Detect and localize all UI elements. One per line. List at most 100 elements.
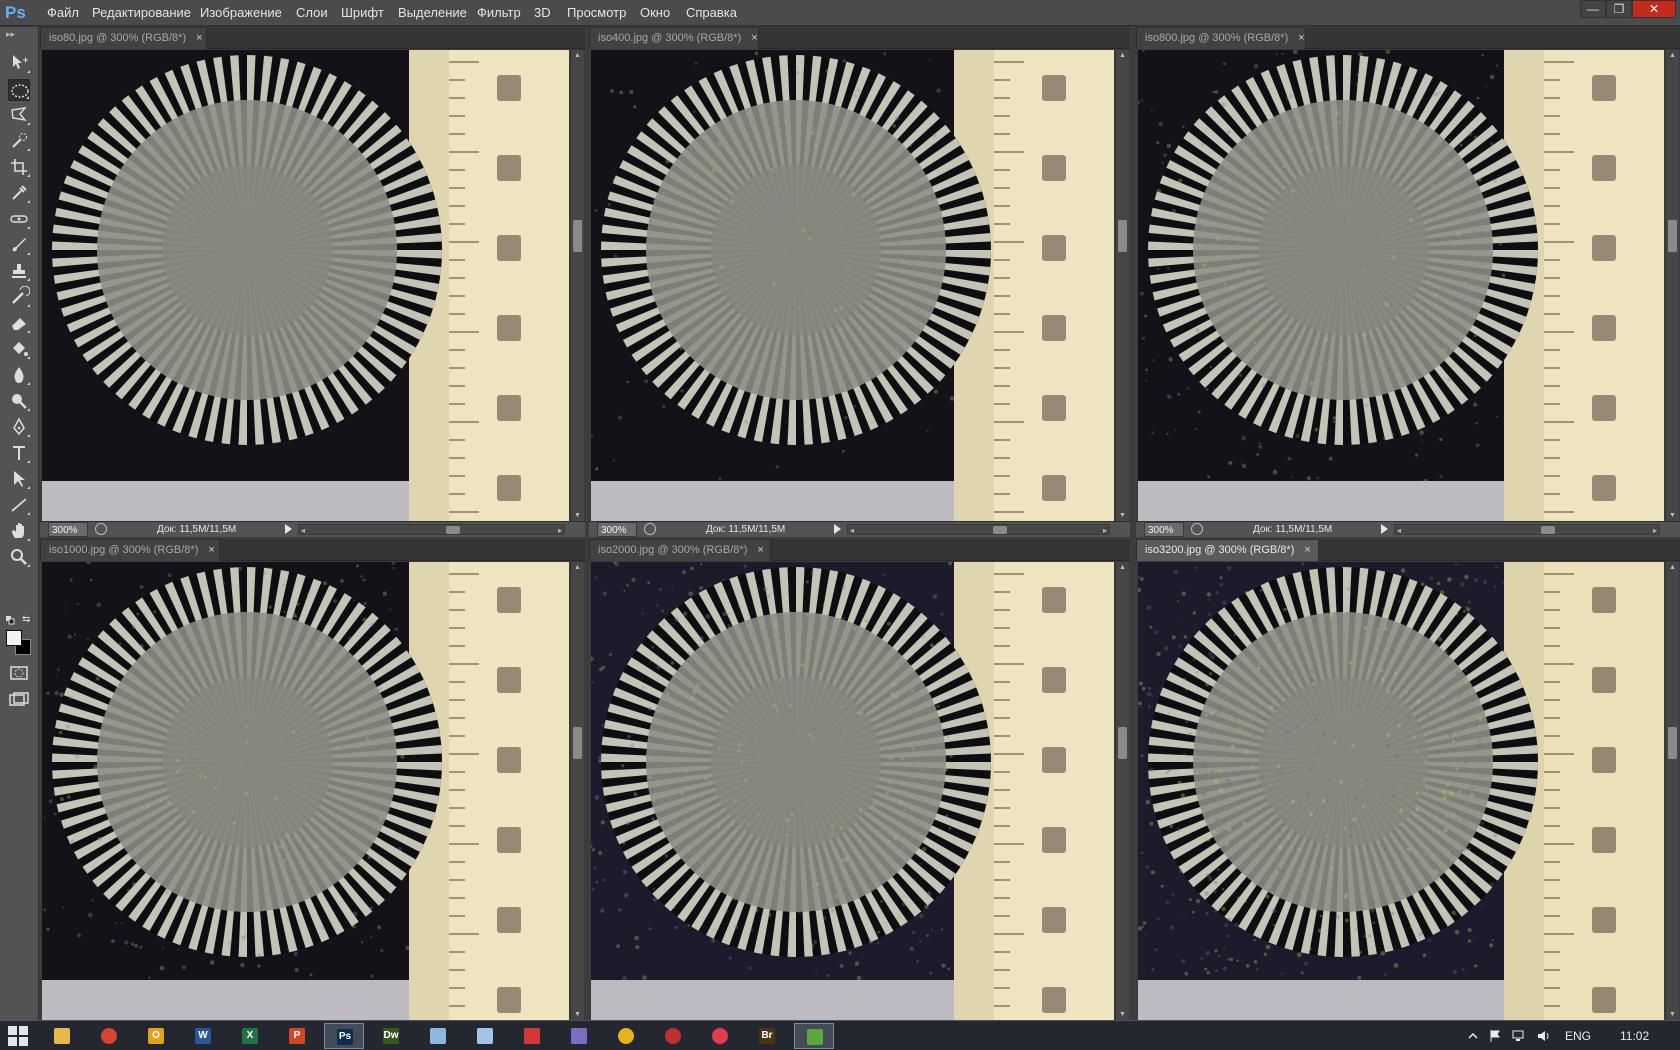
scroll-right-icon[interactable]: ▸ <box>558 523 562 538</box>
scroll-up-icon[interactable]: ▲ <box>1119 564 1126 571</box>
scrollbar-thumb[interactable] <box>1118 727 1127 759</box>
network-icon[interactable] <box>1512 1029 1526 1043</box>
scroll-left-icon[interactable]: ◂ <box>1397 523 1401 538</box>
zoom-level-field[interactable]: 300% <box>48 522 88 537</box>
document-canvas[interactable] <box>42 50 569 521</box>
status-menu-arrow-icon[interactable] <box>285 524 292 534</box>
blur-tool-icon[interactable] <box>8 364 30 386</box>
quick-selection-tool-icon[interactable] <box>8 130 30 152</box>
taskbar-app-button[interactable] <box>794 1023 834 1049</box>
vertical-scrollbar[interactable]: ▲ ▼ <box>1115 562 1129 1020</box>
close-tab-icon[interactable]: × <box>1304 540 1310 561</box>
close-tab-icon[interactable]: × <box>196 28 202 49</box>
eraser-tool-icon[interactable] <box>8 312 30 334</box>
type-tool-icon[interactable] <box>8 442 30 464</box>
document-canvas[interactable] <box>1138 50 1664 521</box>
scroll-up-icon[interactable]: ▲ <box>1119 52 1126 59</box>
close-button[interactable]: ✕ <box>1632 0 1676 18</box>
document-tab[interactable]: iso1000.jpg @ 300% (RGB/8*) × <box>40 539 220 561</box>
screen-mode-icon[interactable] <box>9 692 29 708</box>
scrollbar-thumb[interactable] <box>573 727 582 759</box>
vertical-scrollbar[interactable]: ▲ ▼ <box>570 50 584 521</box>
taskbar-app-button[interactable]: Dw <box>371 1023 411 1049</box>
document-tab[interactable]: iso3200.jpg @ 300% (RGB/8*) × <box>1136 539 1319 561</box>
taskbar-app-button[interactable] <box>418 1023 458 1049</box>
image-canvas[interactable] <box>42 50 569 521</box>
zoom-tool-icon[interactable] <box>8 546 30 568</box>
swap-colors-icon[interactable] <box>5 614 17 626</box>
scrollbar-thumb[interactable] <box>446 526 460 534</box>
hand-tool-icon[interactable] <box>8 520 30 542</box>
scrollbar-thumb[interactable] <box>1118 220 1127 252</box>
scroll-left-icon[interactable]: ◂ <box>301 523 305 538</box>
action-center-flag-icon[interactable] <box>1488 1029 1502 1043</box>
close-tab-icon[interactable]: × <box>751 28 757 49</box>
document-canvas[interactable] <box>1138 562 1664 1020</box>
foreground-color-swatch[interactable] <box>6 630 22 646</box>
show-hidden-icons[interactable] <box>1466 1029 1480 1043</box>
status-menu-arrow-icon[interactable] <box>834 524 841 534</box>
taskbar-app-button[interactable] <box>465 1023 505 1049</box>
horizontal-scrollbar[interactable]: ◂ ▸ <box>298 524 565 535</box>
menu-item[interactable]: Окно <box>640 5 670 20</box>
menu-item[interactable]: Изображение <box>200 5 282 20</box>
zoom-level-field[interactable]: 300% <box>1144 522 1184 537</box>
document-tab[interactable]: iso400.jpg @ 300% (RGB/8*) × <box>589 27 759 49</box>
eyedropper-tool-icon[interactable] <box>8 182 30 204</box>
menu-item[interactable]: Справка <box>686 5 737 20</box>
horizontal-scrollbar[interactable]: ◂ ▸ <box>1394 524 1660 535</box>
elliptical-marquee-tool-icon[interactable] <box>8 79 30 101</box>
scroll-down-icon[interactable]: ▼ <box>1669 512 1676 519</box>
clock[interactable]: 11:02 <box>1620 1021 1649 1050</box>
pen-tool-icon[interactable] <box>8 416 30 438</box>
history-brush-tool-icon[interactable] <box>8 285 31 308</box>
image-canvas[interactable] <box>1138 50 1664 521</box>
horizontal-scrollbar[interactable]: ◂ ▸ <box>847 524 1110 535</box>
scroll-right-icon[interactable]: ▸ <box>1103 523 1107 538</box>
taskbar-app-button[interactable]: W <box>183 1023 223 1049</box>
taskbar-app-button[interactable] <box>606 1023 646 1049</box>
taskbar-app-button[interactable]: Ps <box>324 1023 364 1049</box>
volume-icon[interactable] <box>1536 1029 1550 1043</box>
clone-stamp-tool-icon[interactable] <box>8 260 30 282</box>
close-tab-icon[interactable]: × <box>208 540 214 561</box>
scroll-down-icon[interactable]: ▼ <box>574 1011 581 1018</box>
taskbar-app-button[interactable] <box>89 1023 129 1049</box>
scroll-up-icon[interactable]: ▲ <box>1669 52 1676 59</box>
scroll-up-icon[interactable]: ▲ <box>1669 564 1676 571</box>
menu-item[interactable]: Просмотр <box>567 5 626 20</box>
paint-bucket-tool-icon[interactable] <box>8 338 30 360</box>
taskbar-app-button[interactable]: X <box>230 1023 270 1049</box>
menu-item[interactable]: Выделение <box>398 5 467 20</box>
scrollbar-thumb[interactable] <box>1668 727 1677 759</box>
scroll-down-icon[interactable]: ▼ <box>1119 1011 1126 1018</box>
image-canvas[interactable] <box>42 562 569 1020</box>
quick-mask-icon[interactable] <box>9 665 29 681</box>
taskbar-app-button[interactable]: O <box>136 1023 176 1049</box>
taskbar-app-button[interactable]: P <box>277 1023 317 1049</box>
scroll-right-icon[interactable]: ▸ <box>1653 523 1657 538</box>
taskbar-app-button[interactable] <box>559 1023 599 1049</box>
move-tool-icon[interactable] <box>8 52 30 74</box>
status-menu-arrow-icon[interactable] <box>1381 524 1388 534</box>
document-tab[interactable]: iso80.jpg @ 300% (RGB/8*) × <box>40 27 207 49</box>
scroll-up-icon[interactable]: ▲ <box>574 564 581 571</box>
scrollbar-thumb[interactable] <box>993 526 1007 534</box>
language-indicator[interactable]: ENG <box>1565 1021 1591 1050</box>
taskbar-app-button[interactable] <box>653 1023 693 1049</box>
menu-item[interactable]: 3D <box>534 5 551 20</box>
scroll-left-icon[interactable]: ◂ <box>850 523 854 538</box>
scrollbar-thumb[interactable] <box>573 220 582 252</box>
spot-healing-tool-icon[interactable] <box>8 208 30 230</box>
info-icon[interactable] <box>644 523 656 535</box>
menu-item[interactable]: Шрифт <box>341 5 384 20</box>
zoom-level-field[interactable]: 300% <box>597 522 637 537</box>
document-canvas[interactable] <box>591 562 1114 1020</box>
restore-button[interactable]: ❐ <box>1606 0 1632 18</box>
document-canvas[interactable] <box>42 562 569 1020</box>
vertical-scrollbar[interactable]: ▲ ▼ <box>1115 50 1129 521</box>
close-tab-icon[interactable]: × <box>757 540 763 561</box>
path-selection-tool-icon[interactable] <box>8 468 30 490</box>
brush-tool-icon[interactable] <box>8 234 30 256</box>
scrollbar-thumb[interactable] <box>1541 526 1555 534</box>
